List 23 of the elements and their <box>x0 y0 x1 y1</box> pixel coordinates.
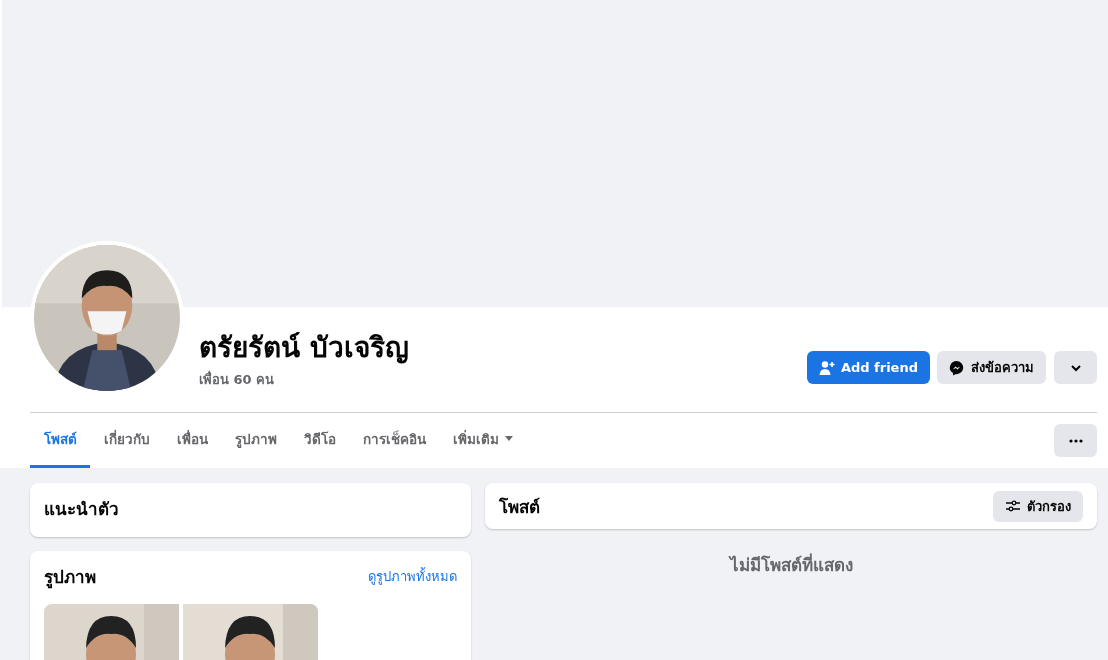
card-title: รูปภาพ <box>44 566 96 590</box>
filter-button[interactable]: ตัวกรอง <box>993 490 1083 522</box>
add-friend-button[interactable]: Add friend <box>806 351 930 384</box>
ellipsis-icon <box>1068 438 1083 443</box>
profile-name: ตรัยรัตน์ บัวเจริญ <box>199 330 409 366</box>
card-title: แนะนำตัว <box>44 499 119 519</box>
card-title: โพสต์ <box>499 495 540 519</box>
profile-tab[interactable]: รูปภาพ <box>221 413 290 468</box>
see-all-photos-link[interactable]: ดูรูปภาพทั้งหมด <box>368 566 457 587</box>
friend-count[interactable]: เพื่อน 60 คน <box>199 369 409 390</box>
chevron-down-icon <box>1069 363 1082 372</box>
profile-tab[interactable]: การเช็คอิน <box>349 413 439 468</box>
profile-tab[interactable]: เพิ่มเติม <box>439 413 526 468</box>
empty-message: ไม่มีโพสต์ที่แสดง <box>729 552 853 577</box>
message-button[interactable]: ส่งข้อความ <box>937 351 1046 384</box>
caret-icon <box>505 436 513 442</box>
profile-tab[interactable]: วิดีโอ <box>290 413 349 468</box>
more-button[interactable] <box>1054 424 1097 457</box>
add-person-icon <box>818 359 835 376</box>
sliders-icon <box>1005 500 1021 512</box>
profile-tab[interactable]: เกี่ยวกับ <box>90 413 163 468</box>
chat-bubble-icon <box>949 359 965 376</box>
profile-tab[interactable]: เพื่อน <box>163 413 221 468</box>
